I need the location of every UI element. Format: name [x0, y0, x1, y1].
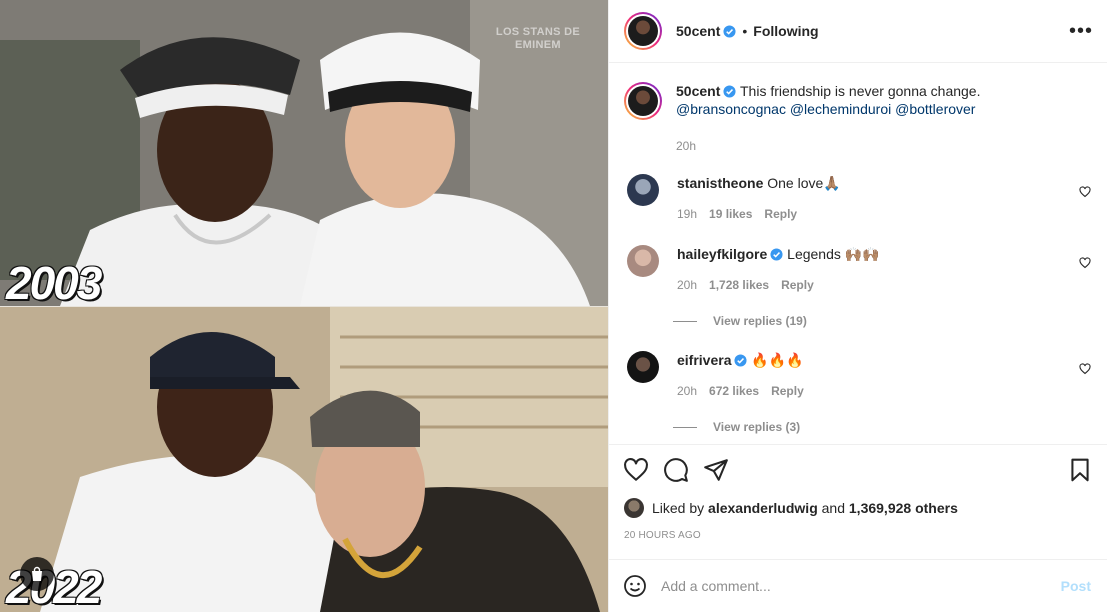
- add-comment-input[interactable]: [661, 578, 1061, 594]
- comment-time[interactable]: 19h: [677, 205, 697, 223]
- comments-list[interactable]: 50cent This friendship is never gonna ch…: [609, 63, 1107, 444]
- liker-avatar[interactable]: [624, 498, 644, 518]
- commenter-avatar[interactable]: [627, 245, 659, 277]
- reply-button[interactable]: Reply: [771, 382, 804, 400]
- comment-item: haileyfkilgore Legends 🙌🏽🙌🏽 20h 1,728 li…: [624, 245, 1091, 294]
- comment-likes[interactable]: 672 likes: [709, 382, 759, 400]
- view-replies-label[interactable]: View replies (19): [713, 314, 807, 328]
- photo-2022: 2022: [0, 307, 608, 612]
- post-timestamp[interactable]: 20 HOURS AGO: [624, 530, 1093, 541]
- caption-text: This friendship is never gonna change.: [740, 83, 981, 99]
- comment-time[interactable]: 20h: [677, 276, 697, 294]
- author-avatar[interactable]: [624, 12, 662, 50]
- post-caption: 50cent This friendship is never gonna ch…: [624, 63, 1091, 155]
- add-comment-bar: Post: [609, 559, 1107, 612]
- commenter-username[interactable]: stanistheone: [677, 175, 763, 191]
- more-options-icon[interactable]: •••: [1069, 21, 1093, 41]
- caption-username[interactable]: 50cent: [676, 83, 720, 99]
- commenter-username[interactable]: eifrivera: [677, 352, 731, 368]
- like-comment-heart-icon[interactable]: [1079, 363, 1091, 375]
- liked-by-and: and: [821, 500, 845, 516]
- separator-dot: •: [742, 23, 748, 39]
- post-media[interactable]: LOS STANS DE EMINEM 2003 2022: [0, 0, 608, 612]
- following-button[interactable]: Following: [753, 23, 818, 39]
- comment-item: eifrivera 🔥🔥🔥 20h 672 likes Reply: [624, 351, 1091, 400]
- comment-time[interactable]: 20h: [677, 382, 697, 400]
- view-replies-button[interactable]: View replies (3): [673, 420, 1091, 434]
- post-actions: Liked by alexanderludwig and 1,369,928 o…: [609, 444, 1107, 559]
- comment-item: stanistheone One love🙏🏽 19h 19 likes Rep…: [624, 174, 1091, 223]
- save-bookmark-icon[interactable]: [1067, 457, 1093, 483]
- post-header: 50cent • Following •••: [609, 0, 1107, 63]
- mention-link[interactable]: @bottlerover: [895, 101, 975, 117]
- verified-badge-icon: [770, 248, 783, 261]
- like-comment-heart-icon[interactable]: [1079, 257, 1091, 269]
- share-send-icon[interactable]: [703, 457, 729, 483]
- like-comment-heart-icon[interactable]: [1079, 186, 1091, 198]
- mention-link[interactable]: @bransoncognac: [676, 101, 786, 117]
- verified-badge-icon: [723, 24, 736, 38]
- verified-badge-icon: [734, 354, 748, 367]
- watermark: LOS STANS DE EMINEM: [495, 26, 580, 51]
- author-username[interactable]: 50cent: [676, 23, 720, 39]
- commenter-username[interactable]: haileyfkilgore: [677, 246, 767, 262]
- caption-author-avatar[interactable]: [624, 82, 662, 120]
- liked-by-user[interactable]: alexanderludwig: [708, 500, 818, 516]
- instagram-post-viewer: LOS STANS DE EMINEM 2003 2022 50cent • F…: [0, 0, 1107, 612]
- liked-by[interactable]: Liked by alexanderludwig and 1,369,928 o…: [623, 498, 1093, 518]
- comment-bubble-icon[interactable]: [663, 457, 689, 483]
- comment-text: 🔥🔥🔥: [751, 352, 804, 368]
- verified-badge-icon: [723, 85, 736, 98]
- commenter-avatar[interactable]: [627, 174, 659, 206]
- comment-text: Legends 🙌🏽🙌🏽: [787, 246, 880, 262]
- replies-line: [673, 426, 697, 428]
- post-comment-button[interactable]: Post: [1061, 578, 1091, 594]
- mention-link[interactable]: @lecheminduroi: [790, 101, 891, 117]
- caption-time[interactable]: 20h: [676, 137, 1086, 155]
- comment-text: One love🙏🏽: [767, 175, 841, 191]
- post-details-panel: 50cent • Following ••• 50cent This frien…: [608, 0, 1107, 612]
- year-label-2003: 2003: [6, 257, 102, 306]
- reply-button[interactable]: Reply: [781, 276, 814, 294]
- reply-button[interactable]: Reply: [764, 205, 797, 223]
- shopping-bag-icon[interactable]: [20, 557, 54, 591]
- replies-line: [673, 320, 697, 322]
- photo-2003: LOS STANS DE EMINEM 2003: [0, 0, 608, 306]
- liked-by-prefix: Liked by: [652, 500, 705, 516]
- comment-likes[interactable]: 19 likes: [709, 205, 752, 223]
- emoji-icon[interactable]: [623, 574, 647, 598]
- view-replies-button[interactable]: View replies (19): [673, 314, 1091, 328]
- commenter-avatar[interactable]: [627, 351, 659, 383]
- liked-by-others[interactable]: 1,369,928 others: [849, 500, 958, 516]
- view-replies-label[interactable]: View replies (3): [713, 420, 800, 434]
- like-heart-icon[interactable]: [623, 457, 649, 483]
- comment-likes[interactable]: 1,728 likes: [709, 276, 769, 294]
